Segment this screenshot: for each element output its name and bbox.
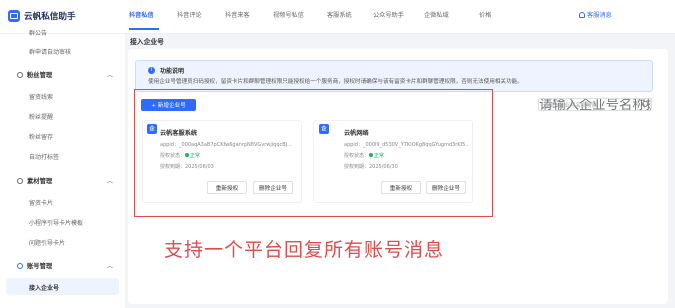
tab-douyin-dm[interactable]: 抖音私信 xyxy=(129,10,154,19)
heart-icon xyxy=(17,71,23,78)
sidebar-item-auto-tag[interactable]: 自动打标签 xyxy=(29,152,59,161)
enterprise-logo-icon: 企 xyxy=(319,124,329,134)
sidebar-item-miniprogram-cards[interactable]: 小程序引导卡片模板 xyxy=(29,218,83,227)
active-tab-indicator xyxy=(129,28,159,30)
sidebar-item-lead-cards[interactable]: 留资卡片 xyxy=(29,198,53,207)
auth-status-value: 正常 xyxy=(374,153,385,159)
chevron-up-icon[interactable]: ︿ xyxy=(107,176,113,185)
add-enterprise-button[interactable]: + 新增企业号 xyxy=(141,99,196,111)
sidebar-item-connect-enterprise[interactable]: 接入企业号 xyxy=(29,283,59,292)
info-notice xyxy=(135,60,653,92)
app-name: 云帆私信助手 xyxy=(24,12,76,22)
sidebar-item-fan-retention[interactable]: 粉丝留存 xyxy=(29,132,53,141)
sidebar-group-label: 素材管理 xyxy=(27,178,53,185)
sidebar-group-materials[interactable]: 素材管理 xyxy=(17,176,52,185)
auth-status-label: 授权状态： xyxy=(160,153,186,159)
sidebar-group-accounts[interactable]: 账号管理 xyxy=(17,261,52,270)
bell-icon xyxy=(579,11,585,18)
auth-expiry: 授权到期：2025/06/30 xyxy=(344,164,398,170)
status-ok-icon xyxy=(185,153,190,157)
tab-cs-system[interactable]: 客服系统 xyxy=(327,10,352,19)
logo-icon xyxy=(8,10,20,22)
delete-enterprise-button[interactable]: 删除企业号 xyxy=(426,181,466,194)
reauthorize-button[interactable]: 重新授权 xyxy=(207,181,247,194)
shield-icon xyxy=(17,262,23,269)
tab-official-account[interactable]: 公众号助手 xyxy=(373,10,404,19)
sidebar-item-group-notice[interactable]: 群公告 xyxy=(29,28,47,37)
auth-status-label: 授权状态： xyxy=(344,153,370,159)
chevron-up-icon[interactable]: ︿ xyxy=(107,261,113,270)
status-ok-icon xyxy=(369,153,374,157)
tab-channels-dm[interactable]: 视频号私信 xyxy=(273,10,304,19)
sidebar-item-active-bg[interactable] xyxy=(6,278,119,295)
enterprise-name: 云帆客服系统 xyxy=(160,130,198,137)
tab-pricing[interactable]: 价格 xyxy=(479,10,491,19)
appid-value: appid：_000l9_d530V_Y7KIOKg8qqGYugmd3rKI5… xyxy=(344,142,468,148)
sidebar-item-fan-reminder[interactable]: 粉丝提醒 xyxy=(29,112,53,121)
annotation-caption: 支持一个平台回复所有账号消息 xyxy=(164,239,445,261)
appid-value: appid：_000aqA3aB7pCKfw6ganrpN8VGvrwjiqqc… xyxy=(160,142,292,148)
info-icon: i xyxy=(148,67,155,74)
sidebar-item-leads[interactable]: 留资线索 xyxy=(29,92,53,101)
reauthorize-button[interactable]: 重新授权 xyxy=(381,181,421,194)
app-logo[interactable]: 云帆私信助手 xyxy=(8,10,76,22)
auth-status-value: 正常 xyxy=(190,153,201,159)
sidebar-group-label: 账号管理 xyxy=(27,263,53,270)
enterprise-name: 云帆网络 xyxy=(344,130,369,137)
tab-douyin-visitors[interactable]: 抖音来客 xyxy=(225,10,250,19)
chevron-up-icon[interactable]: ︿ xyxy=(107,70,113,79)
sidebar-group-label: 粉丝管理 xyxy=(27,72,53,79)
support-messages-link[interactable]: 客服消息 xyxy=(579,10,612,19)
page-title: 接入企业号 xyxy=(130,38,164,46)
notice-body: 使用企业号管理员扫码授权，留资卡片和群聊管理权限只能授权给一个服务商，授权时请确… xyxy=(148,79,523,85)
auth-status-row: 授权状态： 正常 xyxy=(344,152,384,159)
auth-status-row: 授权状态： 正常 xyxy=(160,152,200,159)
auth-expiry: 授权到期：2025/06/03 xyxy=(160,164,214,170)
search-icon[interactable] xyxy=(642,101,648,107)
search-placeholder: 请输入企业号名称搜索 xyxy=(543,103,597,109)
circle-icon xyxy=(17,177,23,184)
support-label: 客服消息 xyxy=(587,12,612,19)
enterprise-logo-icon: 企 xyxy=(147,124,157,134)
sidebar-item-auto-review[interactable]: 群申请自动审核 xyxy=(29,47,71,56)
tab-wecom[interactable]: 企微私域 xyxy=(424,10,449,19)
delete-enterprise-button[interactable]: 删除企业号 xyxy=(253,181,293,194)
search-divider xyxy=(637,99,638,110)
notice-title: 功能说明 xyxy=(160,68,185,75)
tab-douyin-comments[interactable]: 抖音评论 xyxy=(177,10,202,19)
sidebar-group-fans[interactable]: 粉丝管理 xyxy=(17,70,52,79)
sidebar-item-question-cards[interactable]: 问题引导卡片 xyxy=(29,238,65,247)
